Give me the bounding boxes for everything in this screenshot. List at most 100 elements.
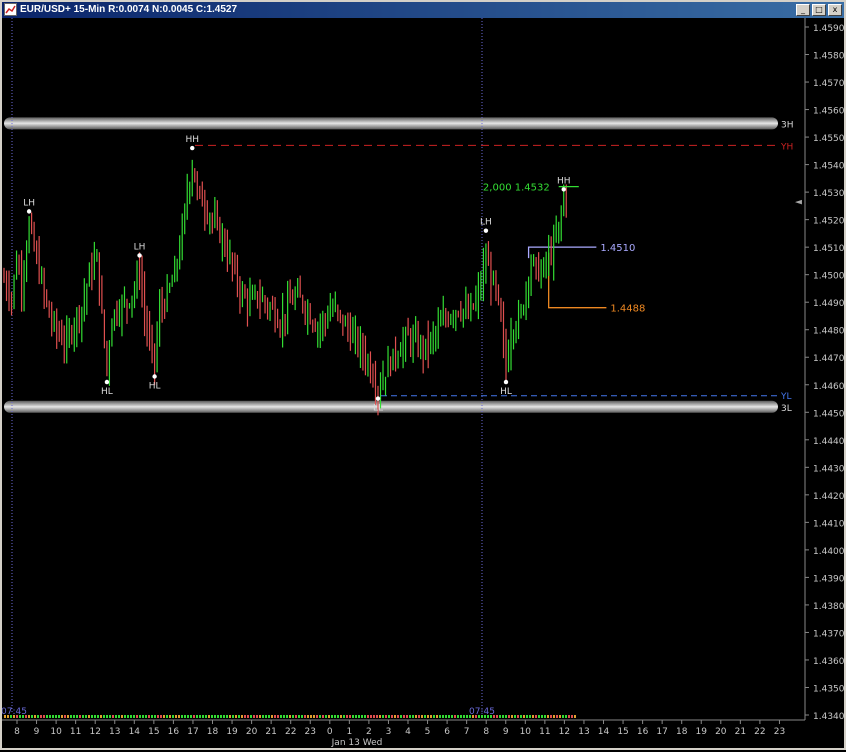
activity-tick: [499, 715, 501, 718]
activity-tick: [433, 715, 435, 718]
time-label: 21: [735, 727, 746, 737]
band-3h-label: 3H: [781, 120, 794, 130]
maximize-button[interactable]: □: [812, 4, 826, 16]
time-label: 21: [265, 727, 276, 737]
activity-tick: [394, 715, 396, 718]
time-label: 0: [327, 727, 333, 737]
activity-tick: [427, 715, 429, 718]
activity-tick: [196, 715, 198, 718]
swing-point-dot: [152, 374, 157, 379]
activity-tick: [310, 715, 312, 718]
activity-tick: [58, 715, 60, 718]
price-label: 1.4470: [813, 354, 844, 364]
activity-tick: [463, 715, 465, 718]
activity-tick: [526, 715, 528, 718]
activity-tick: [31, 715, 33, 718]
price-label: 1.4590: [813, 24, 844, 34]
chart-app-icon: [4, 3, 17, 16]
activity-tick: [253, 715, 255, 718]
time-label: 23: [305, 727, 316, 737]
activity-tick: [169, 715, 171, 718]
swing-point-dot: [104, 379, 110, 385]
activity-tick: [52, 715, 54, 718]
price-label: 1.4380: [813, 602, 844, 612]
time-label: 7: [464, 727, 470, 737]
chart-area[interactable]: 3H 3L YH YL 1.4510 1.4488 LH HL LH HL HH LL LH HL HH…: [1, 18, 845, 748]
level-1-4510-label: 1.4510: [600, 243, 635, 254]
activity-tick: [157, 715, 159, 718]
activity-tick: [85, 715, 87, 718]
activity-tick: [115, 715, 117, 718]
time-label: 15: [617, 727, 628, 737]
title-bar[interactable]: EUR/USD+ 15-Min R:0.0074 N:0.0045 C:1.45…: [2, 2, 844, 18]
time-label: 17: [187, 727, 198, 737]
activity-tick: [529, 715, 531, 718]
activity-tick: [202, 715, 204, 718]
activity-tick: [172, 715, 174, 718]
activity-tick: [523, 715, 525, 718]
price-label: 1.4440: [813, 437, 844, 447]
yesterday-high-label: YH: [780, 142, 793, 152]
price-label: 1.4490: [813, 299, 844, 309]
activity-tick: [199, 715, 201, 718]
activity-tick: [235, 715, 237, 718]
activity-tick: [121, 715, 123, 718]
activity-tick: [244, 715, 246, 718]
activity-tick: [541, 715, 543, 718]
activity-tick: [139, 715, 141, 718]
activity-tick: [250, 715, 252, 718]
activity-tick: [424, 715, 426, 718]
activity-tick: [370, 715, 372, 718]
activity-tick: [421, 715, 423, 718]
activity-tick: [415, 715, 417, 718]
activity-tick: [112, 715, 114, 718]
price-chart[interactable]: 3H 3L YH YL 1.4510 1.4488 LH HL LH HL HH LL LH HL HH…: [1, 18, 845, 748]
activity-tick: [346, 715, 348, 718]
activity-tick: [133, 715, 135, 718]
activity-tick: [187, 715, 189, 718]
time-label: 11: [539, 727, 550, 737]
activity-tick: [364, 715, 366, 718]
activity-tick: [211, 715, 213, 718]
time-label: 18: [207, 727, 219, 737]
activity-tick: [508, 715, 510, 718]
price-label: 1.4550: [813, 134, 844, 144]
activity-tick: [550, 715, 552, 718]
activity-tick: [241, 715, 243, 718]
price-label: 1.4430: [813, 464, 844, 474]
chart-window: EUR/USD+ 15-Min R:0.0074 N:0.0045 C:1.45…: [0, 0, 846, 750]
price-label: 1.4580: [813, 52, 844, 62]
minimize-button[interactable]: _: [796, 4, 810, 16]
activity-tick: [397, 715, 399, 718]
activity-tick: [355, 715, 357, 718]
activity-tick: [256, 715, 258, 718]
activity-tick: [502, 715, 504, 718]
activity-tick: [61, 715, 63, 718]
activity-tick: [544, 715, 546, 718]
activity-tick: [286, 715, 288, 718]
activity-tick: [82, 715, 84, 718]
price-label: 1.4570: [813, 79, 844, 89]
activity-tick: [259, 715, 261, 718]
time-label: 3: [386, 727, 392, 737]
activity-tick: [376, 715, 378, 718]
activity-tick: [49, 715, 51, 718]
activity-tick: [103, 715, 105, 718]
time-label: 9: [503, 727, 509, 737]
activity-tick: [535, 715, 537, 718]
activity-tick: [439, 715, 441, 718]
session-time-label: 07:45: [2, 707, 27, 717]
activity-tick: [532, 715, 534, 718]
activity-tick: [184, 715, 186, 718]
activity-tick: [28, 715, 30, 718]
swing-label: LH: [134, 242, 146, 252]
swing-point-dot: [26, 209, 32, 214]
time-label: 13: [578, 727, 589, 737]
price-label: 1.4560: [813, 107, 844, 117]
close-button[interactable]: x: [828, 4, 842, 16]
swing-label: HH: [557, 176, 571, 186]
yesterday-low-label: YL: [780, 392, 792, 402]
time-label: 1: [346, 727, 352, 737]
price-label: 1.4360: [813, 657, 844, 667]
activity-tick: [517, 715, 519, 718]
